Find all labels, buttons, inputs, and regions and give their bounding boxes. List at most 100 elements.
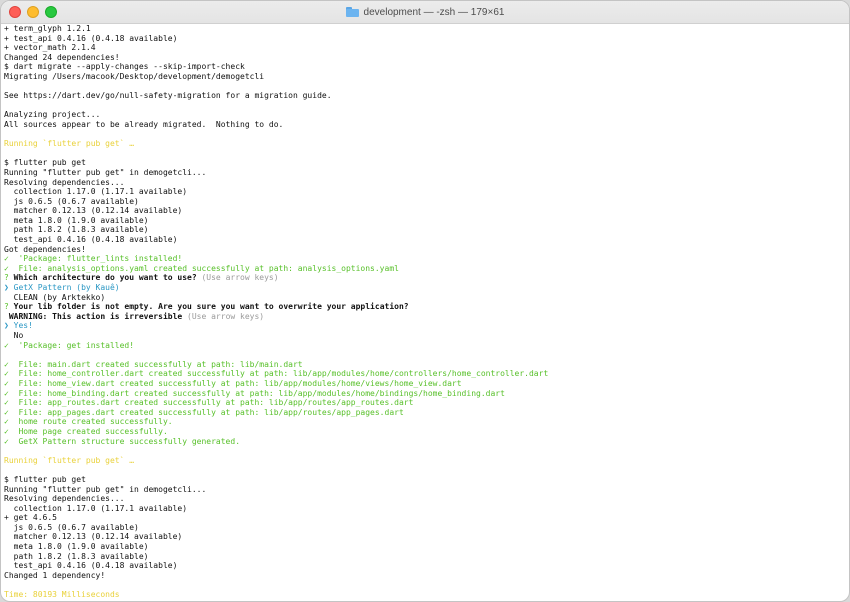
terminal-text-segment: ✓ File: app_pages.dart created successfu…: [4, 407, 404, 417]
terminal-line: + get 4.6.5: [4, 513, 849, 523]
terminal-line: Running "flutter pub get" in demogetcli.…: [4, 168, 849, 178]
terminal-line: ✓ File: home_controller.dart created suc…: [4, 369, 849, 379]
terminal-line: WARNING: This action is irreversible (Us…: [4, 312, 849, 322]
terminal-text-segment: ✓ File: app_routes.dart created successf…: [4, 398, 414, 408]
terminal-output[interactable]: + term_glyph 1.2.1 + test_api 0.4.16 (0.4…: [4, 23, 849, 601]
terminal-text-segment: (Use arrow keys): [187, 311, 265, 321]
terminal-text-segment: js 0.6.5 (0.6.7 available): [4, 196, 139, 206]
terminal-text-segment: CLEAN (by Arktekko): [4, 292, 106, 302]
terminal-text-segment: + vector_math 2.1.4: [4, 43, 96, 53]
terminal-text-segment: ❯ GetX Pattern (by Kauê): [4, 283, 120, 293]
terminal-line: collection 1.17.0 (1.17.1 available): [4, 504, 849, 514]
terminal-line: Changed 24 dependencies!: [4, 53, 849, 63]
terminal-text-segment: Got dependencies!: [4, 244, 86, 254]
terminal-text-segment: ✓ GetX Pattern structure successfully ge…: [4, 436, 241, 446]
terminal-text-segment: Your lib folder is not empty. Are you su…: [13, 302, 409, 312]
terminal-line: ✓ File: app_pages.dart created successfu…: [4, 408, 849, 418]
terminal-text-segment: ✓ File: main.dart created successfully a…: [4, 359, 303, 369]
terminal-line: Time: 80193 Milliseconds: [4, 590, 849, 600]
terminal-text-segment: See https://dart.dev/go/null-safety-migr…: [4, 91, 332, 101]
terminal-text-segment: ✓ Home page created successfully.: [4, 426, 168, 436]
terminal-text-segment: Running `flutter pub get` …: [4, 455, 135, 465]
terminal-line: $ flutter pub get: [4, 475, 849, 485]
terminal-text-segment: matcher 0.12.13 (0.12.14 available): [4, 532, 183, 542]
terminal-text-segment: + test_api 0.4.16 (0.4.18 available): [4, 33, 178, 43]
terminal-line: Migrating /Users/macook/Desktop/developm…: [4, 72, 849, 82]
terminal-line: matcher 0.12.13 (0.12.14 available): [4, 532, 849, 542]
terminal-line: See https://dart.dev/go/null-safety-migr…: [4, 91, 849, 101]
terminal-text-segment: meta 1.8.0 (1.9.0 available): [4, 542, 149, 552]
terminal-window: development — -zsh — 179×61 + term_glyph…: [0, 0, 850, 602]
terminal-line: Got dependencies!: [4, 245, 849, 255]
terminal-line: js 0.6.5 (0.6.7 available): [4, 523, 849, 533]
terminal-text-segment: ✓ File: home_controller.dart created suc…: [4, 369, 549, 379]
terminal-line: Running `flutter pub get` …: [4, 139, 849, 149]
folder-icon: [345, 7, 359, 17]
terminal-text-segment: matcher 0.12.13 (0.12.14 available): [4, 206, 183, 216]
terminal-text-segment: ✓ home route created successfully.: [4, 417, 173, 427]
terminal-text-segment: test_api 0.4.16 (0.4.18 available): [4, 561, 178, 571]
terminal-line: ✓ GetX Pattern structure successfully ge…: [4, 437, 849, 447]
terminal-line: ✓ File: home_view.dart created successfu…: [4, 379, 849, 389]
terminal-line: ✓ File: home_binding.dart created succes…: [4, 389, 849, 399]
terminal-line: Analyzing project...: [4, 110, 849, 120]
window-title: development — -zsh — 179×61: [1, 1, 849, 23]
terminal-line: CLEAN (by Arktekko): [4, 293, 849, 303]
terminal-text-segment: WARNING: This action is irreversible: [4, 311, 188, 321]
terminal-text-segment: ?: [4, 273, 14, 283]
terminal-text-segment: $ flutter pub get: [4, 158, 86, 168]
terminal-line: ? Your lib folder is not empty. Are you …: [4, 302, 849, 312]
title-bar: development — -zsh — 179×61: [1, 1, 849, 24]
terminal-text-segment: ❯ Yes!: [4, 321, 33, 331]
terminal-text-segment: Which architecture do you want to use?: [13, 273, 202, 283]
terminal-line: test_api 0.4.16 (0.4.18 available): [4, 561, 849, 571]
terminal-text-segment: Time: 80193 Milliseconds: [4, 590, 120, 600]
terminal-line: ✓ 'Package: get installed!: [4, 341, 849, 351]
terminal-line: $ flutter pub get: [4, 158, 849, 168]
terminal-text-segment: ✓ File: home_binding.dart created succes…: [4, 388, 505, 398]
terminal-text-segment: Resolving dependencies...: [4, 177, 125, 187]
terminal-text-segment: + get 4.6.5: [4, 513, 57, 523]
terminal-line: collection 1.17.0 (1.17.1 available): [4, 187, 849, 197]
terminal-line: js 0.6.5 (0.6.7 available): [4, 197, 849, 207]
terminal-line: Running "flutter pub get" in demogetcli.…: [4, 485, 849, 495]
window-title-text: development — -zsh — 179×61: [363, 6, 505, 18]
terminal-text-segment: collection 1.17.0 (1.17.1 available): [4, 187, 188, 197]
terminal-text-segment: Changed 24 dependencies!: [4, 52, 120, 62]
terminal-text-segment: + term_glyph 1.2.1: [4, 24, 91, 33]
terminal-line: path 1.8.2 (1.8.3 available): [4, 225, 849, 235]
terminal-line: test_api 0.4.16 (0.4.18 available): [4, 235, 849, 245]
terminal-text-segment: ✓ 'Package: get installed!: [4, 340, 135, 350]
terminal-text-segment: No: [4, 331, 24, 340]
terminal-text-segment: $ dart migrate --apply-changes --skip-im…: [4, 62, 245, 72]
terminal-text-segment: js 0.6.5 (0.6.7 available): [4, 522, 139, 532]
terminal-text-segment: ✓ File: home_view.dart created successfu…: [4, 378, 462, 388]
terminal-line: ? Which architecture do you want to use?…: [4, 273, 849, 283]
terminal-line: $ dart migrate --apply-changes --skip-im…: [4, 62, 849, 72]
terminal-line: All sources appear to be already migrate…: [4, 120, 849, 130]
terminal-text-segment: ✓ 'Package: flutter_lints installed!: [4, 254, 183, 264]
terminal-line: Changed 1 dependency!: [4, 571, 849, 581]
terminal-line: ❯ Yes!: [4, 321, 849, 331]
terminal-line: ✓ home route created successfully.: [4, 417, 849, 427]
terminal-text-segment: Running `flutter pub get` …: [4, 139, 135, 149]
terminal-text-segment: Migrating /Users/macook/Desktop/developm…: [4, 71, 265, 81]
terminal-text-segment: All sources appear to be already migrate…: [4, 119, 284, 129]
terminal-line: ✓ Home page created successfully.: [4, 427, 849, 437]
terminal-text-segment: path 1.8.2 (1.8.3 available): [4, 551, 149, 561]
terminal-line: ✓ File: app_routes.dart created successf…: [4, 398, 849, 408]
terminal-text-segment: Resolving dependencies...: [4, 494, 125, 504]
terminal-text-segment: ?: [4, 302, 14, 312]
terminal-line: path 1.8.2 (1.8.3 available): [4, 552, 849, 562]
terminal-text-segment: ✓ File: analysis_options.yaml created su…: [4, 263, 399, 273]
terminal-line: meta 1.8.0 (1.9.0 available): [4, 542, 849, 552]
terminal-line: Resolving dependencies...: [4, 494, 849, 504]
terminal-text-segment: path 1.8.2 (1.8.3 available): [4, 225, 149, 235]
terminal-text-segment: Running "flutter pub get" in demogetcli.…: [4, 484, 207, 494]
